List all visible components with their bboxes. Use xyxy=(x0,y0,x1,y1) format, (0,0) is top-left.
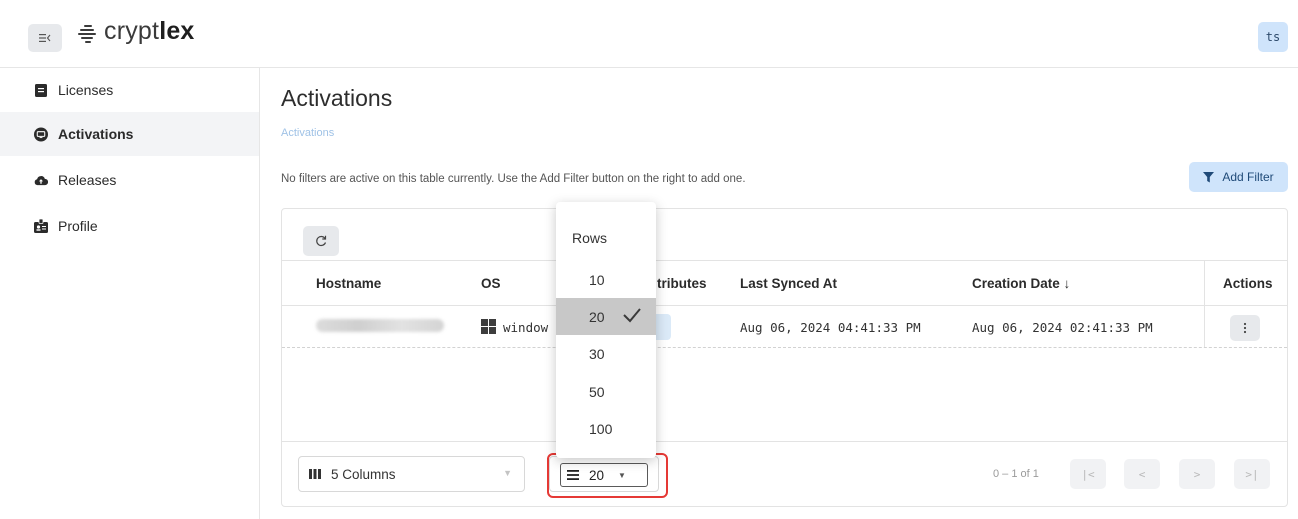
cryptlex-logo[interactable]: cryptlex xyxy=(78,17,195,46)
row-dashed-divider xyxy=(282,347,1287,348)
creation-date-cell: Aug 06, 2024 02:41:33 PM xyxy=(972,320,1153,335)
last-page-icon: >| xyxy=(1245,467,1259,481)
rows-select-highlight xyxy=(547,453,668,498)
add-filter-button[interactable]: Add Filter xyxy=(1189,162,1288,192)
sidebar-item-label: Activations xyxy=(58,126,134,142)
next-page-button[interactable]: > xyxy=(1179,459,1215,489)
collapse-sidebar-button[interactable] xyxy=(28,24,62,52)
rows-option-100[interactable]: 100 xyxy=(556,410,656,447)
sidebar-item-releases[interactable]: Releases xyxy=(0,158,259,202)
add-filter-label: Add Filter xyxy=(1222,170,1274,184)
column-header-os[interactable]: OS xyxy=(481,276,501,291)
sidebar-item-label: Licenses xyxy=(58,82,114,98)
first-page-icon: |< xyxy=(1081,467,1095,481)
user-avatar[interactable]: ts xyxy=(1258,22,1288,52)
rows-option-label: 50 xyxy=(589,383,605,400)
id-badge-icon xyxy=(34,219,48,233)
column-header-actions: Actions xyxy=(1223,276,1273,291)
top-bar: cryptlex ts xyxy=(0,0,1298,68)
column-header-creation-date[interactable]: Creation Date ↓ xyxy=(972,276,1070,291)
column-header-last-synced[interactable]: Last Synced At xyxy=(740,276,837,291)
sidebar-item-licenses[interactable]: Licenses xyxy=(0,68,259,112)
hostname-cell-redacted xyxy=(316,319,444,332)
rows-option-10[interactable]: 10 xyxy=(556,261,656,298)
sidebar-item-label: Releases xyxy=(58,172,117,188)
chevron-left-icon: < xyxy=(1138,467,1146,481)
sidebar-item-profile[interactable]: Profile xyxy=(0,204,259,248)
columns-select[interactable]: 5 Columns ▼ xyxy=(298,456,525,492)
logo-mark-icon xyxy=(78,22,98,43)
row-divider xyxy=(282,305,1287,306)
filter-status-message: No filters are active on this table curr… xyxy=(281,173,746,185)
rows-option-label: 20 xyxy=(589,308,605,325)
activations-icon xyxy=(34,127,48,141)
chevron-right-icon: > xyxy=(1193,467,1201,481)
refresh-icon xyxy=(316,235,327,247)
sidebar-item-activations[interactable]: Activations xyxy=(0,112,259,156)
logo-text: cryptlex xyxy=(104,17,195,45)
checkmark-icon xyxy=(623,308,641,323)
rows-option-20[interactable]: 20 xyxy=(556,298,656,335)
activations-table-card: Hostname OS tributes Last Synced At Crea… xyxy=(281,208,1288,507)
refresh-button[interactable] xyxy=(303,226,339,256)
rows-option-label: 30 xyxy=(589,345,605,362)
columns-select-label: 5 Columns xyxy=(331,466,396,482)
columns-icon xyxy=(309,469,321,479)
cloud-upload-icon xyxy=(34,173,48,187)
column-header-attributes[interactable]: tributes xyxy=(657,276,707,291)
os-cell: window xyxy=(503,320,549,335)
collapse-sidebar-icon xyxy=(39,34,51,42)
previous-page-button[interactable]: < xyxy=(1124,459,1160,489)
pagination-range: 0 – 1 of 1 xyxy=(993,468,1039,480)
header-divider xyxy=(282,260,1287,261)
sidebar: Licenses Activations Releases Profile xyxy=(0,68,260,519)
first-page-button[interactable]: |< xyxy=(1070,459,1106,489)
chevron-down-icon: ▼ xyxy=(503,468,512,478)
row-actions-button[interactable] xyxy=(1230,315,1260,341)
breadcrumb[interactable]: Activations xyxy=(281,127,334,139)
more-vertical-icon xyxy=(1243,322,1247,334)
rows-option-30[interactable]: 30 xyxy=(556,335,656,372)
footer-divider xyxy=(282,441,1287,442)
column-header-hostname[interactable]: Hostname xyxy=(316,276,381,291)
filter-icon xyxy=(1203,171,1215,182)
sidebar-item-label: Profile xyxy=(58,218,98,234)
rows-menu-heading: Rows xyxy=(572,230,608,246)
page-title: Activations xyxy=(281,85,393,111)
last-page-button[interactable]: >| xyxy=(1234,459,1270,489)
last-synced-cell: Aug 06, 2024 04:41:33 PM xyxy=(740,320,921,335)
rows-option-50[interactable]: 50 xyxy=(556,373,656,410)
document-icon xyxy=(34,83,48,97)
windows-icon xyxy=(481,319,496,334)
rows-option-label: 10 xyxy=(589,271,605,288)
rows-per-page-menu: Rows 10 20 30 50 100 xyxy=(556,202,656,458)
rows-option-label: 100 xyxy=(589,420,613,437)
actions-column-divider xyxy=(1204,260,1205,347)
